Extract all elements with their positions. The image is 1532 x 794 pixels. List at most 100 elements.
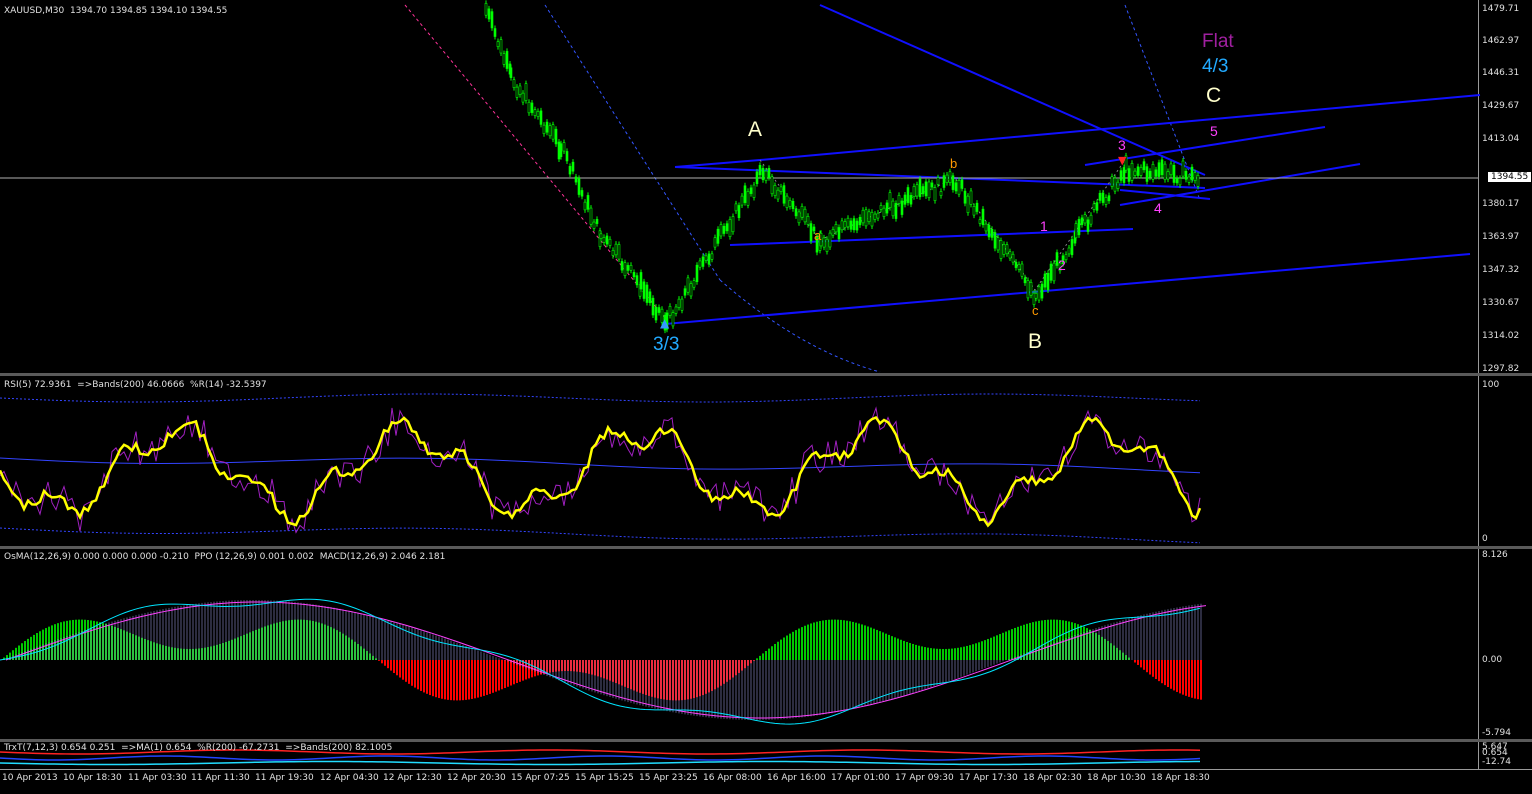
osma-bar [984, 640, 986, 660]
time-axis: 10 Apr 2013 10 Apr 18:30 11 Apr 03:30 11… [0, 769, 1532, 794]
osma-bar [426, 660, 428, 694]
candle-body [928, 182, 930, 198]
wave-label-degree: 4/3 [1202, 56, 1228, 78]
dashed-channel-curve [720, 280, 880, 372]
candle-body [955, 183, 957, 191]
candle-body [907, 187, 909, 202]
candle-body [630, 265, 632, 270]
time-label: 15 Apr 07:25 [511, 773, 570, 783]
rsi-upper-band [0, 394, 1200, 402]
price-tick: 1380.17 [1482, 199, 1519, 209]
candle-body [940, 191, 942, 195]
osma-bar [429, 660, 431, 695]
osma-bar [471, 660, 473, 699]
candle-body [488, 9, 490, 19]
osma-bar [924, 647, 926, 660]
osma-bar [399, 660, 401, 678]
candle-body [732, 217, 734, 232]
candle-body [1078, 219, 1080, 234]
osma-bar [819, 621, 821, 660]
macd-histogram [0, 599, 1206, 724]
candle-body [804, 209, 806, 222]
candle-body [723, 226, 725, 233]
osma-bar [1011, 629, 1013, 660]
osma-bar [1182, 660, 1184, 695]
osma-bar [915, 645, 917, 660]
time-label: 17 Apr 01:00 [831, 773, 890, 783]
bottom-cyan-line [0, 762, 1200, 765]
osma-bar [495, 660, 497, 692]
rsi-mid-band [0, 458, 1200, 473]
candle-body [1117, 182, 1119, 188]
candle-body [726, 224, 728, 231]
time-label: 12 Apr 12:30 [383, 773, 442, 783]
candle-body [655, 307, 657, 320]
panel-separator[interactable] [0, 546, 1532, 549]
osma-bar [846, 621, 848, 660]
osma-bar [456, 660, 458, 700]
candle-body [690, 284, 692, 296]
candle-body [569, 166, 571, 174]
candle-body [658, 307, 660, 312]
candle-body [874, 214, 876, 219]
osma-bar [387, 660, 389, 668]
candle-body [795, 209, 797, 216]
osma-bar [1167, 660, 1169, 687]
panel-separator[interactable] [0, 739, 1532, 742]
candle-body [1015, 262, 1017, 267]
osma-bar [1014, 628, 1016, 660]
candle-body [1152, 164, 1154, 179]
candle-body [835, 224, 837, 232]
rsi-line [0, 417, 1200, 525]
candle-body [1099, 193, 1101, 200]
candle-body [1018, 264, 1020, 269]
candle-body [991, 229, 993, 237]
candle-body [1090, 215, 1092, 224]
osma-bar [927, 648, 929, 660]
candle-body [714, 238, 716, 247]
osma-bar [888, 635, 890, 660]
osma-bar [468, 660, 470, 699]
candle-body [693, 281, 695, 287]
osma-bar [867, 626, 869, 660]
osma-bar [972, 644, 974, 660]
candle-body [1137, 167, 1139, 176]
candle-body [506, 51, 508, 68]
time-label: 17 Apr 17:30 [959, 773, 1018, 783]
candle-body [943, 176, 945, 188]
osma-bar [504, 660, 506, 688]
osma-bar [435, 660, 437, 697]
osma-bar [885, 634, 887, 660]
candle-body [1146, 167, 1148, 182]
dashed-channel-line-2 [545, 5, 720, 280]
candle-body [1093, 204, 1095, 210]
osma-bar [969, 645, 971, 660]
osma-bar [936, 649, 938, 660]
osma-bar [1143, 660, 1145, 670]
wave-label-4: 4 [1154, 200, 1162, 216]
osma-bar [834, 620, 836, 660]
candle-body [485, 3, 487, 15]
candle-body [684, 289, 686, 296]
candle-body [895, 203, 897, 218]
candle-body [994, 233, 996, 249]
osma-bar [1155, 660, 1157, 679]
candle-body [1087, 220, 1089, 232]
candle-body [600, 234, 602, 239]
candle-body [1009, 252, 1011, 258]
candle-body [516, 87, 518, 97]
osma-bar [1170, 660, 1172, 689]
panel-separator[interactable] [0, 373, 1532, 376]
osma-bar [1005, 632, 1007, 660]
candle-body [1027, 281, 1029, 298]
osma-bar [474, 660, 476, 698]
osma-bar [990, 638, 992, 660]
osma-bar [918, 646, 920, 660]
osma-bar [963, 647, 965, 660]
osma-bar [1179, 660, 1181, 693]
candle-body [643, 282, 645, 299]
candle-body [672, 313, 674, 326]
time-label: 15 Apr 23:25 [639, 773, 698, 783]
osma-bar [450, 660, 452, 700]
candle-body [832, 229, 834, 235]
